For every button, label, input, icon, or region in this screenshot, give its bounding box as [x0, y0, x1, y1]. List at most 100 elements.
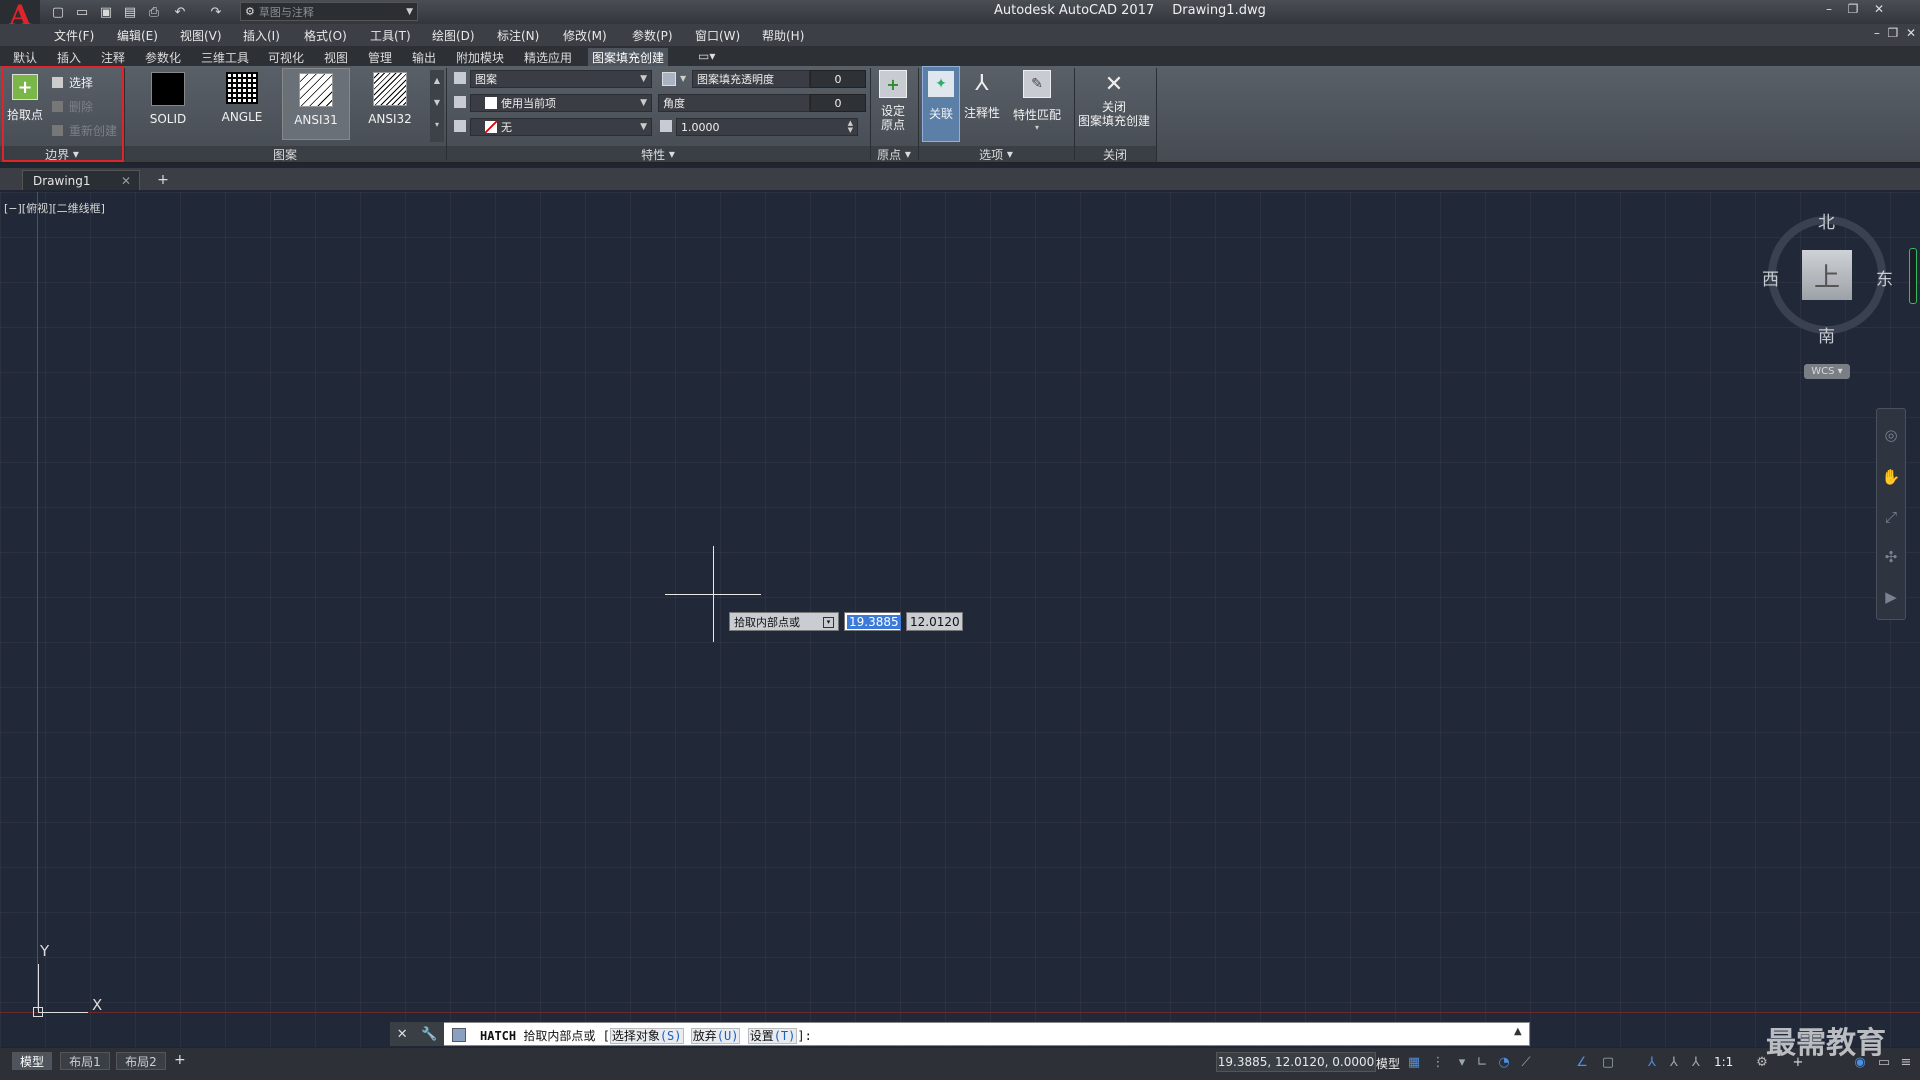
tab-addins[interactable]: 附加模块	[452, 48, 508, 67]
tab-output[interactable]: 输出	[408, 48, 440, 67]
properties-panel-label[interactable]: 特性 ▾	[446, 146, 871, 162]
dynamic-input-y[interactable]: 12.0120	[906, 612, 963, 631]
menu-file[interactable]: 文件(F)	[54, 27, 94, 44]
tab-default[interactable]: 默认	[9, 48, 41, 67]
wcs-menu-button[interactable]: WCS ▾	[1804, 364, 1850, 379]
close-window-button[interactable]: ✕	[1870, 1, 1888, 17]
auto-scale-icon[interactable]: ⅄	[1666, 1054, 1682, 1070]
polar-tracking-icon[interactable]: ◔	[1496, 1054, 1512, 1070]
minimize-button[interactable]: –	[1820, 1, 1838, 17]
save-icon[interactable]: ▣	[96, 2, 116, 22]
menu-tools[interactable]: 工具(T)	[370, 27, 411, 44]
menu-insert[interactable]: 插入(I)	[243, 27, 280, 44]
viewcube-north[interactable]: 北	[1818, 208, 1835, 233]
tab-featured-apps[interactable]: 精选应用	[520, 48, 576, 67]
option-select-objects[interactable]: 选择对象(S)	[609, 1028, 684, 1044]
menu-edit[interactable]: 编辑(E)	[117, 27, 158, 44]
tab-insert[interactable]: 插入	[53, 48, 85, 67]
close-tab-icon[interactable]: ✕	[121, 174, 131, 188]
pattern-ansi32[interactable]: ANSI32	[358, 72, 422, 126]
menu-view[interactable]: 视图(V)	[180, 27, 222, 44]
annotation-scale-value[interactable]: 1:1	[1714, 1055, 1733, 1069]
hatch-color-dropdown[interactable]: 使用当前项 ▼	[470, 94, 652, 112]
layout-tab-model[interactable]: 模型	[12, 1052, 52, 1070]
pattern-scroll[interactable]: ▲ ▼ ▾	[430, 70, 444, 142]
zoom-extents-icon[interactable]: ⤢	[1883, 508, 1899, 526]
scale-input[interactable]: 1.0000 ▲ ▼	[676, 118, 858, 136]
menu-modify[interactable]: 修改(M)	[563, 27, 607, 44]
undo-icon[interactable]: ↶	[170, 2, 190, 22]
pan-hand-icon[interactable]: ✋	[1882, 468, 1901, 486]
tab-hatch-creation[interactable]: 图案填充创建	[588, 48, 669, 67]
options-panel-label[interactable]: 选项 ▾	[918, 146, 1075, 162]
viewcube-west[interactable]: 西	[1762, 265, 1779, 290]
menu-draw[interactable]: 绘图(D)	[432, 27, 475, 44]
viewcube-top-face[interactable]: 上	[1802, 250, 1852, 300]
transparency-icon[interactable]	[662, 72, 676, 86]
options-arrow-icon[interactable]: ▾	[823, 617, 834, 628]
object-snap-icon[interactable]: ▢	[1600, 1054, 1616, 1070]
ucs-origin-icon[interactable]	[33, 1007, 43, 1017]
hatch-type-dropdown[interactable]: 图案 ▼	[470, 70, 652, 88]
tab-3d-tools[interactable]: 三维工具	[197, 48, 253, 67]
steering-wheel-icon[interactable]: ◎	[1883, 426, 1899, 444]
menu-window[interactable]: 窗口(W)	[695, 27, 740, 44]
tab-manage[interactable]: 管理	[364, 48, 396, 67]
pattern-solid[interactable]: SOLID	[136, 72, 200, 126]
showmotion-icon[interactable]: ▶	[1883, 588, 1899, 606]
option-settings[interactable]: 设置(T)	[747, 1028, 798, 1044]
print-icon[interactable]: ⎙	[144, 2, 164, 22]
tab-visualize[interactable]: 可视化	[264, 48, 308, 67]
tab-view[interactable]: 视图	[320, 48, 352, 67]
layout-tab-layout2[interactable]: 布局2	[116, 1052, 166, 1070]
tab-parametric[interactable]: 参数化	[141, 48, 185, 67]
vertical-scrollbar[interactable]	[1909, 248, 1917, 304]
orbit-icon[interactable]: ✣	[1883, 548, 1899, 566]
menu-dimension[interactable]: 标注(N)	[497, 27, 539, 44]
coordinates-readout[interactable]: 19.3885, 12.0120, 0.0000	[1216, 1052, 1376, 1072]
annotation-scale-icon[interactable]: ⅄	[1688, 1054, 1704, 1070]
model-space-button[interactable]: 模型	[1376, 1055, 1400, 1072]
dynamic-input-x[interactable]: 19.3885	[844, 612, 901, 631]
object-snap-tracking-icon[interactable]: ∠	[1574, 1054, 1590, 1070]
set-origin-button[interactable]: + 设定 原点	[874, 70, 912, 132]
annotative-button[interactable]: ⅄ 注释性	[960, 70, 1004, 121]
transparency-input[interactable]: 0	[810, 70, 866, 88]
new-file-icon[interactable]: ▢	[48, 2, 68, 22]
snap-icon[interactable]: ⋮	[1430, 1054, 1446, 1070]
spinner-icon[interactable]: ▲ ▼	[848, 120, 853, 134]
add-layout-button[interactable]: +	[174, 1052, 186, 1068]
redo-icon[interactable]: ↷	[206, 2, 226, 22]
pattern-ansi31[interactable]: ANSI31	[282, 68, 350, 140]
isodraft-icon[interactable]: ⟋	[1518, 1054, 1534, 1070]
associative-button[interactable]: ✦ 关联	[922, 66, 960, 142]
close-command-icon[interactable]: ✕	[397, 1027, 408, 1042]
origin-panel-label[interactable]: 原点 ▾	[870, 146, 919, 162]
ortho-icon[interactable]: ∟	[1474, 1054, 1490, 1070]
menu-help[interactable]: 帮助(H)	[762, 27, 804, 44]
grid-icon[interactable]: ▦	[1406, 1054, 1422, 1070]
customization-menu-icon[interactable]: ≡	[1898, 1054, 1914, 1070]
new-tab-button[interactable]: +	[152, 171, 174, 189]
customize-wrench-icon[interactable]: 🔧	[421, 1027, 437, 1042]
background-color-dropdown[interactable]: 无 ▼	[470, 118, 652, 136]
close-hatch-creation-button[interactable]: ✕ 关闭 图案填充创建	[1074, 72, 1154, 129]
chevron-down-icon[interactable]: ▾	[1035, 123, 1039, 132]
layout-tab-layout1[interactable]: 布局1	[60, 1052, 110, 1070]
tab-annotate[interactable]: 注释	[97, 48, 129, 67]
workspace-dropdown[interactable]: ⚙ 草图与注释 ▼	[240, 2, 418, 21]
command-history-icon[interactable]	[452, 1028, 466, 1042]
viewcube-south[interactable]: 南	[1818, 322, 1835, 347]
file-tab-drawing1[interactable]: Drawing1 ✕	[22, 170, 140, 190]
chevron-down-icon[interactable]: ▾	[1454, 1054, 1470, 1070]
viewcube-east[interactable]: 东	[1876, 265, 1893, 290]
save-as-icon[interactable]: ▤	[120, 2, 140, 22]
menu-parametric[interactable]: 参数(P)	[632, 27, 673, 44]
chevron-down-icon[interactable]: ▼	[680, 74, 686, 83]
annotation-visibility-icon[interactable]: ⅄	[1644, 1054, 1660, 1070]
match-properties-button[interactable]: ✎ 特性匹配 ▾	[1008, 70, 1066, 132]
menu-format[interactable]: 格式(O)	[304, 27, 347, 44]
angle-input[interactable]: 0	[810, 94, 866, 112]
maximize-button[interactable]: ❐	[1844, 1, 1862, 17]
option-undo[interactable]: 放弃(U)	[690, 1028, 741, 1044]
